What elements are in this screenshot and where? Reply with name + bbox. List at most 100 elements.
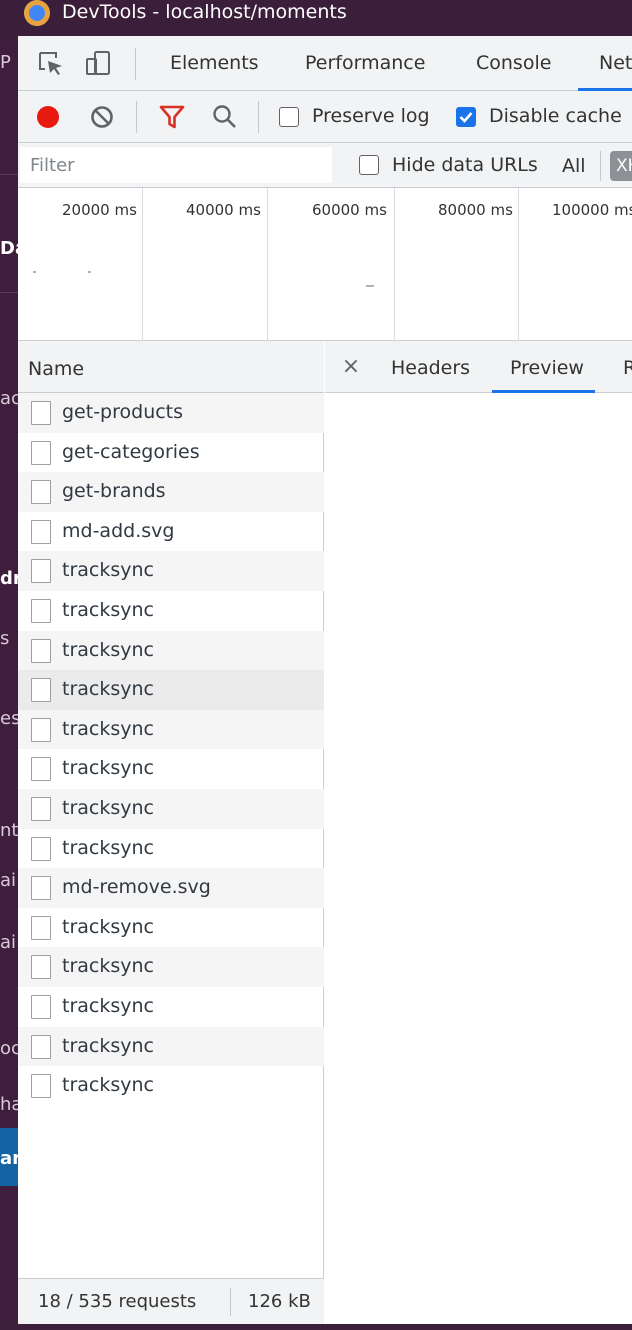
overview-gridline [518, 188, 519, 341]
request-name: tracksync [62, 915, 154, 938]
tab-performance[interactable]: Performance [305, 50, 425, 76]
file-icon [31, 757, 51, 782]
background-app-text: ha [0, 1094, 18, 1115]
request-name: tracksync [62, 717, 154, 740]
background-app-text: nt [0, 820, 18, 841]
hide-data-urls-label: Hide data URLs [392, 154, 538, 176]
filter-all-button[interactable]: All [562, 153, 586, 179]
file-icon [31, 915, 51, 940]
file-icon [31, 797, 51, 821]
request-row[interactable]: tracksync [18, 630, 324, 671]
requests-list: Name get-products get-categories get-brand… [18, 341, 324, 1324]
request-row[interactable]: get-categories [18, 433, 324, 473]
request-row[interactable]: get-products [18, 393, 324, 433]
filter-row: Hide data URLs All XHR [18, 143, 632, 188]
requests-header[interactable]: Name [18, 341, 324, 393]
request-count: 18 / 535 requests [38, 1291, 197, 1312]
tab-response[interactable]: Response [623, 355, 632, 381]
request-row[interactable]: tracksync [18, 789, 324, 829]
file-icon [31, 440, 51, 465]
request-name: tracksync [62, 638, 154, 661]
clear-icon[interactable] [87, 102, 117, 132]
file-icon [31, 1034, 51, 1059]
request-row[interactable]: md-add.svg [18, 512, 324, 552]
request-detail-pane: × Headers Preview Response [325, 341, 632, 1324]
disable-cache-label: Disable cache [489, 105, 622, 127]
status-divider [230, 1288, 231, 1316]
request-name: tracksync [62, 559, 154, 582]
request-row[interactable]: tracksync [18, 829, 324, 869]
tab-preview-active-indicator [492, 390, 595, 393]
background-app-text: s [0, 628, 10, 649]
detail-tabs: × Headers Preview Response [325, 341, 632, 393]
inspect-element-icon[interactable] [36, 49, 66, 79]
preserve-log-checkbox[interactable] [279, 107, 299, 127]
file-icon [31, 876, 51, 901]
network-overview[interactable]: 20000 ms 40000 ms 60000 ms 80000 ms 1000… [18, 188, 632, 341]
request-row[interactable]: tracksync [18, 1066, 324, 1106]
request-row[interactable]: tracksync [18, 908, 324, 948]
file-icon [31, 955, 51, 980]
tab-elements[interactable]: Elements [170, 50, 259, 76]
filter-icon[interactable] [157, 102, 187, 132]
transferred-size: 126 kB [248, 1291, 311, 1312]
file-icon [31, 599, 51, 623]
background-app-sidebar: P Da ac dr s es nt ai ai oc ha ar [0, 0, 18, 1330]
request-name: tracksync [62, 757, 154, 780]
request-row[interactable]: md-remove.svg [18, 868, 324, 908]
background-divider [0, 174, 18, 175]
request-name: md-remove.svg [62, 876, 211, 899]
request-name: tracksync [62, 836, 154, 859]
device-toolbar-icon[interactable] [84, 49, 114, 79]
request-name: tracksync [62, 1034, 154, 1057]
file-icon [31, 995, 51, 1019]
tab-network[interactable]: Network [599, 50, 632, 76]
file-icon [31, 519, 51, 544]
background-app-text: ai [0, 932, 17, 953]
overview-request-bar [88, 271, 91, 273]
filter-xhr-button[interactable]: XHR [610, 151, 632, 181]
search-icon[interactable] [210, 102, 240, 132]
request-row[interactable]: tracksync [18, 1026, 324, 1067]
toolbar-divider [136, 101, 137, 133]
network-toolbar: Preserve log Disable cache [18, 91, 632, 143]
toolbar-divider [135, 48, 136, 80]
request-name: tracksync [62, 678, 154, 701]
overview-gridline [394, 188, 395, 341]
request-row[interactable]: tracksync [18, 551, 324, 591]
toolbar-divider [258, 101, 259, 133]
background-app-text: dr [0, 568, 18, 589]
tab-headers[interactable]: Headers [391, 355, 470, 381]
disable-cache-checkbox[interactable] [456, 107, 476, 127]
hide-data-urls-checkbox[interactable] [359, 155, 379, 175]
request-row[interactable]: tracksync [18, 749, 324, 789]
devtools-main-toolbar: Elements Performance Console Network [18, 36, 632, 91]
background-app-text: es [0, 708, 18, 729]
request-row[interactable]: tracksync [18, 987, 324, 1027]
file-icon [31, 836, 51, 861]
request-name: get-products [62, 401, 184, 423]
tab-console[interactable]: Console [476, 50, 551, 76]
tab-preview[interactable]: Preview [510, 355, 584, 381]
request-name: get-brands [62, 480, 166, 503]
request-row[interactable]: tracksync [18, 670, 324, 710]
request-row[interactable]: tracksync [18, 947, 324, 987]
close-icon[interactable]: × [339, 353, 363, 381]
overview-tick-label: 40000 ms [186, 201, 261, 219]
chrome-logo-icon [24, 0, 50, 26]
checkmark-icon [459, 111, 472, 123]
background-divider [0, 292, 18, 293]
preserve-log-label: Preserve log [312, 105, 430, 127]
request-name: tracksync [62, 1074, 154, 1097]
background-app-text: oc [0, 1038, 18, 1059]
window-title: DevTools - localhost/moments [62, 1, 347, 23]
file-icon [31, 401, 51, 425]
record-icon[interactable] [33, 102, 63, 132]
request-row[interactable]: get-brands [18, 472, 324, 512]
filter-input[interactable] [20, 147, 332, 183]
overview-gridline [142, 188, 143, 341]
request-row[interactable]: tracksync [18, 709, 324, 750]
overview-request-bar [366, 285, 374, 287]
request-row[interactable]: tracksync [18, 591, 324, 631]
file-icon [31, 1074, 51, 1099]
